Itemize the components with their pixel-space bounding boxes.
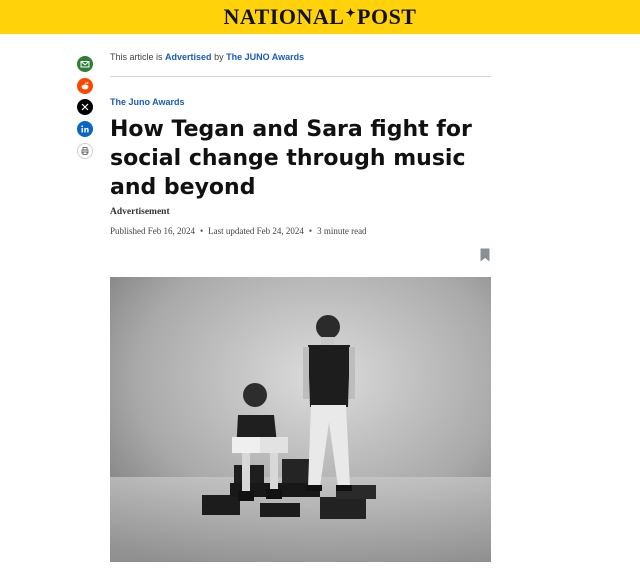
hero-image (110, 277, 491, 562)
email-share-button[interactable] (77, 56, 93, 72)
reddit-icon (81, 82, 89, 90)
advertised-by: by (214, 52, 224, 62)
printer-icon (81, 147, 89, 155)
linkedin-share-button[interactable] (77, 121, 93, 137)
logo-text-national: NATIONAL (223, 4, 345, 29)
print-button[interactable] (77, 143, 93, 159)
divider (110, 76, 491, 77)
national-post-logo[interactable]: NATIONAL ✦ POST (0, 0, 640, 34)
reddit-share-button[interactable] (77, 78, 93, 94)
advertised-link[interactable]: Advertised (165, 52, 212, 62)
read-time: 3 minute read (317, 226, 367, 236)
advertised-prefix: This article is (110, 52, 163, 62)
logo-text-post: POST (357, 4, 417, 29)
published-date: Published Feb 16, 2024 (110, 226, 196, 236)
article-headline: How Tegan and Sara fight for social chan… (110, 117, 472, 200)
updated-date: Last updated Feb 24, 2024 (208, 226, 304, 236)
linkedin-icon (81, 125, 89, 133)
section-kicker[interactable]: The Juno Awards (110, 97, 185, 107)
maple-leaf-icon: ✦ (345, 5, 357, 20)
envelope-icon (80, 61, 90, 68)
sponsor-link[interactable]: The JUNO Awards (226, 52, 304, 62)
x-icon (81, 103, 89, 111)
article-meta: Published Feb 16, 2024 • Last updated Feb … (110, 226, 367, 236)
bookmark-icon[interactable] (480, 248, 490, 262)
advertised-notice: This article is Advertised by The JUNO A… (110, 52, 304, 62)
advertisement-label: Advertisement (110, 207, 170, 217)
x-share-button[interactable] (77, 99, 93, 115)
